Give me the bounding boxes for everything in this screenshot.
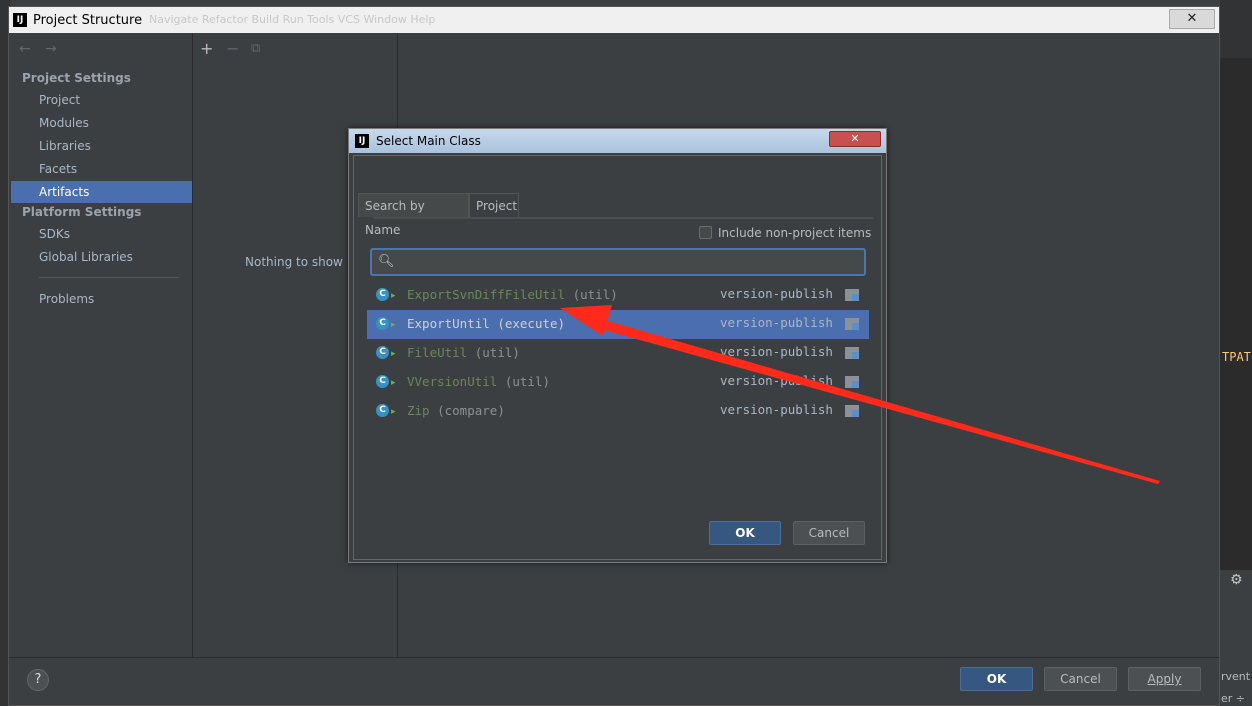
annotation-arrow bbox=[560, 305, 1160, 484]
annotation-arrow-shaft bbox=[604, 321, 1160, 484]
annotation-arrow-head bbox=[560, 305, 612, 336]
screen: TPAT ⚙ rvent er ÷ IJ Project Structure N… bbox=[0, 0, 1252, 706]
